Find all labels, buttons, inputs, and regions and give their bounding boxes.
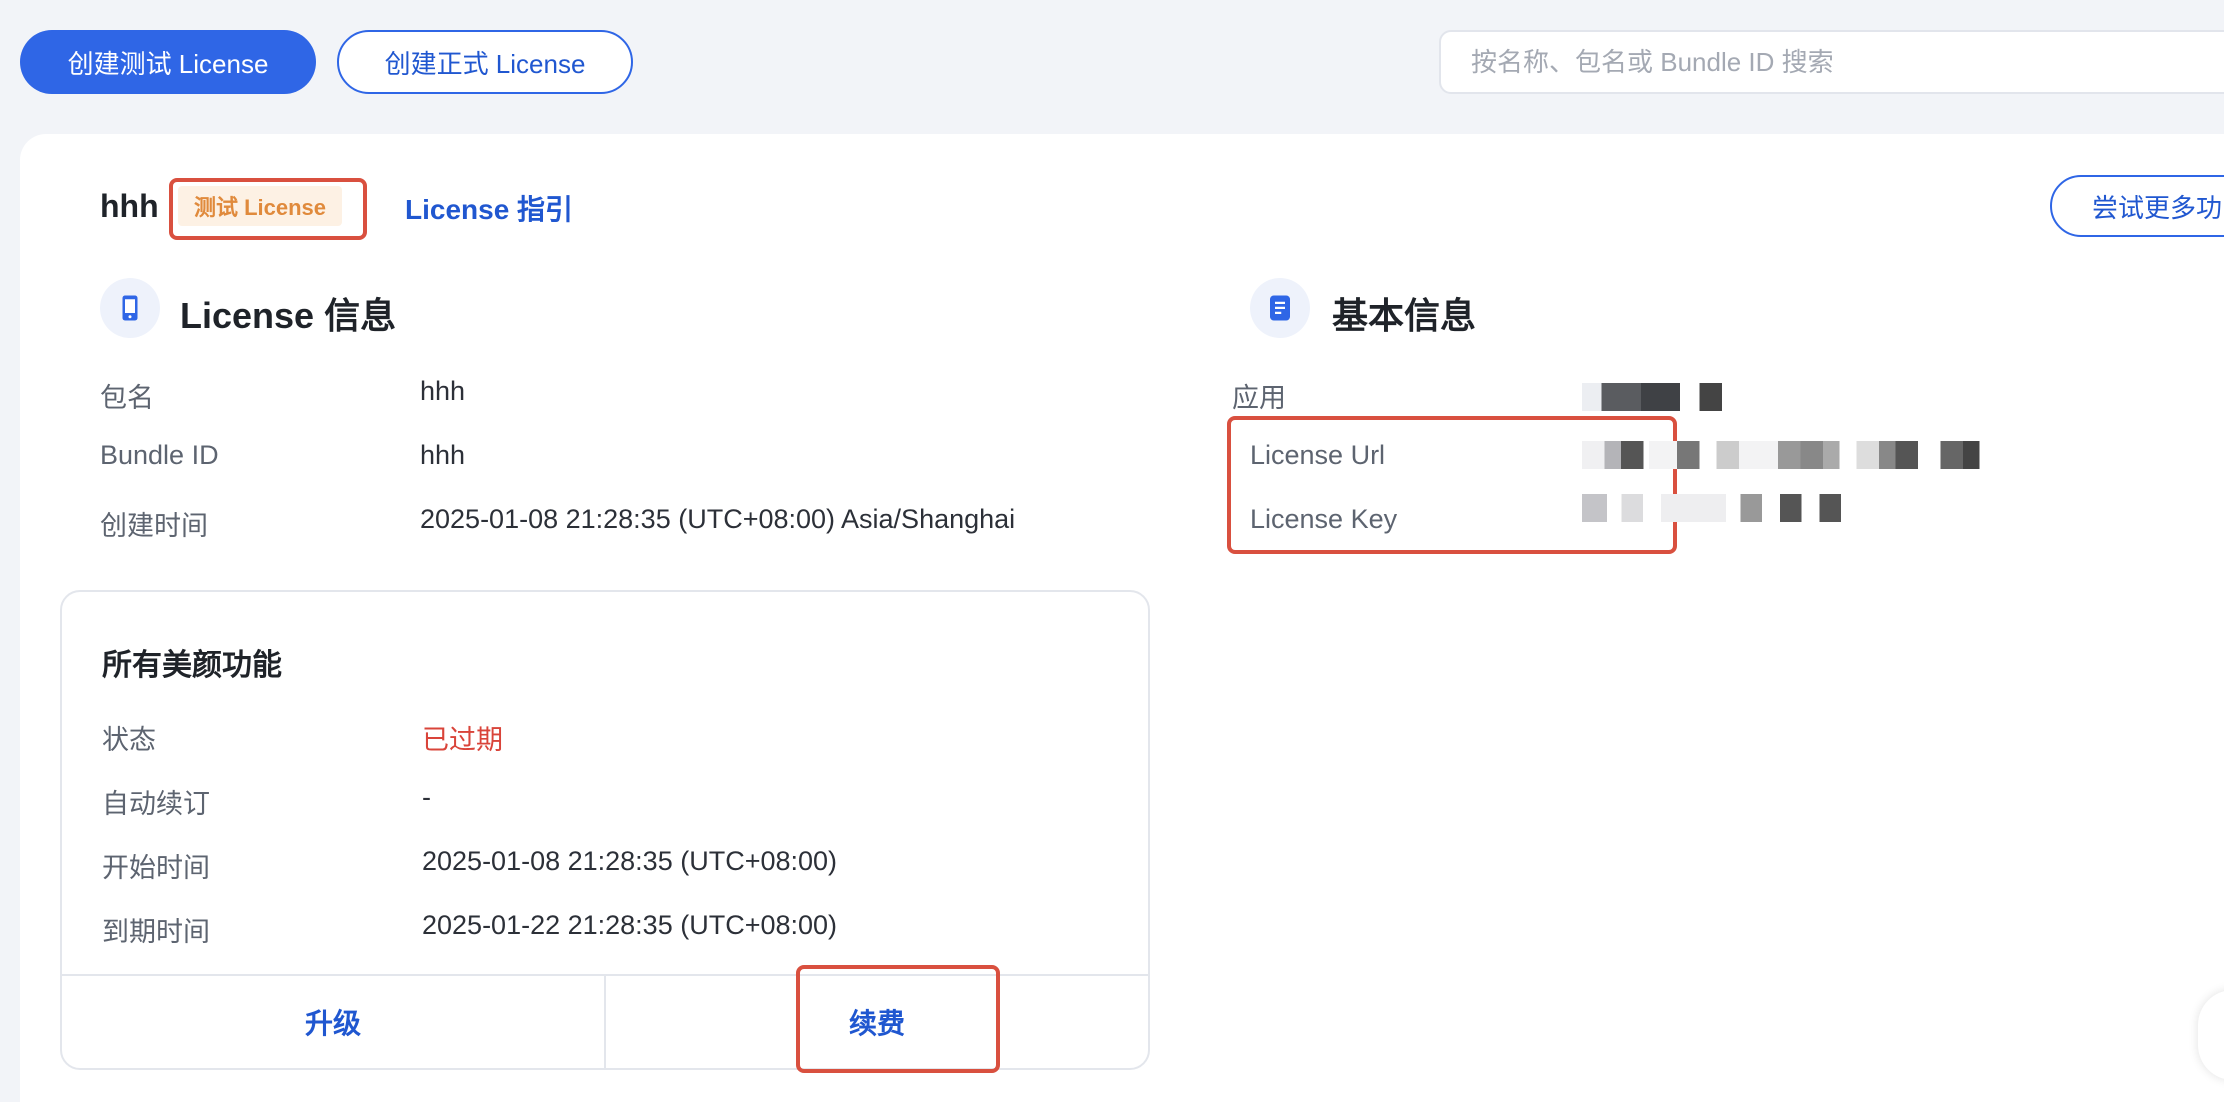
created-time-value: 2025-01-08 21:28:35 (UTC+08:00) Asia/Sha… (420, 504, 1016, 534)
status-badge: 已过期 (422, 725, 503, 755)
feature-title: 所有美颜功能 (102, 649, 282, 682)
status-label: 状态 (102, 725, 156, 755)
start-time-value: 2025-01-08 21:28:35 (UTC+08:00) (422, 846, 838, 876)
license-guide-link[interactable]: License 指引 (405, 188, 573, 228)
bundle-id-value: hhh (420, 440, 466, 470)
highlight-box-url-key (1227, 416, 1677, 554)
license-key-value-redacted (1582, 494, 1942, 522)
phone-icon (100, 278, 160, 338)
auto-renew-label: 自动续订 (102, 789, 210, 819)
document-icon (1250, 278, 1310, 338)
app-label: 应用 (1232, 383, 1286, 413)
package-name-label: 包名 (100, 383, 154, 413)
highlight-box-renew (796, 965, 1000, 1073)
search-input[interactable] (1439, 30, 2224, 94)
created-time-label: 创建时间 (100, 511, 208, 541)
upgrade-button[interactable]: 升级 (62, 976, 604, 1068)
create-test-license-button[interactable]: 创建测试 License (20, 30, 316, 94)
license-info-title: License 信息 (180, 295, 397, 336)
bundle-id-label: Bundle ID (100, 440, 219, 470)
license-name: hhh (100, 188, 159, 224)
license-url-value-redacted (1582, 441, 2142, 469)
end-time-label: 到期时间 (102, 917, 210, 947)
create-formal-license-button[interactable]: 创建正式 License (337, 30, 633, 94)
end-time-value: 2025-01-22 21:28:35 (UTC+08:00) (422, 910, 838, 940)
try-more-features-button[interactable]: 尝试更多功 (2050, 175, 2224, 237)
start-time-label: 开始时间 (102, 853, 210, 883)
auto-renew-value: - (422, 782, 431, 812)
basic-info-title: 基本信息 (1332, 295, 1477, 336)
highlight-box-badge (169, 178, 367, 240)
package-name-value: hhh (420, 376, 466, 406)
app-value-redacted (1582, 383, 1722, 411)
